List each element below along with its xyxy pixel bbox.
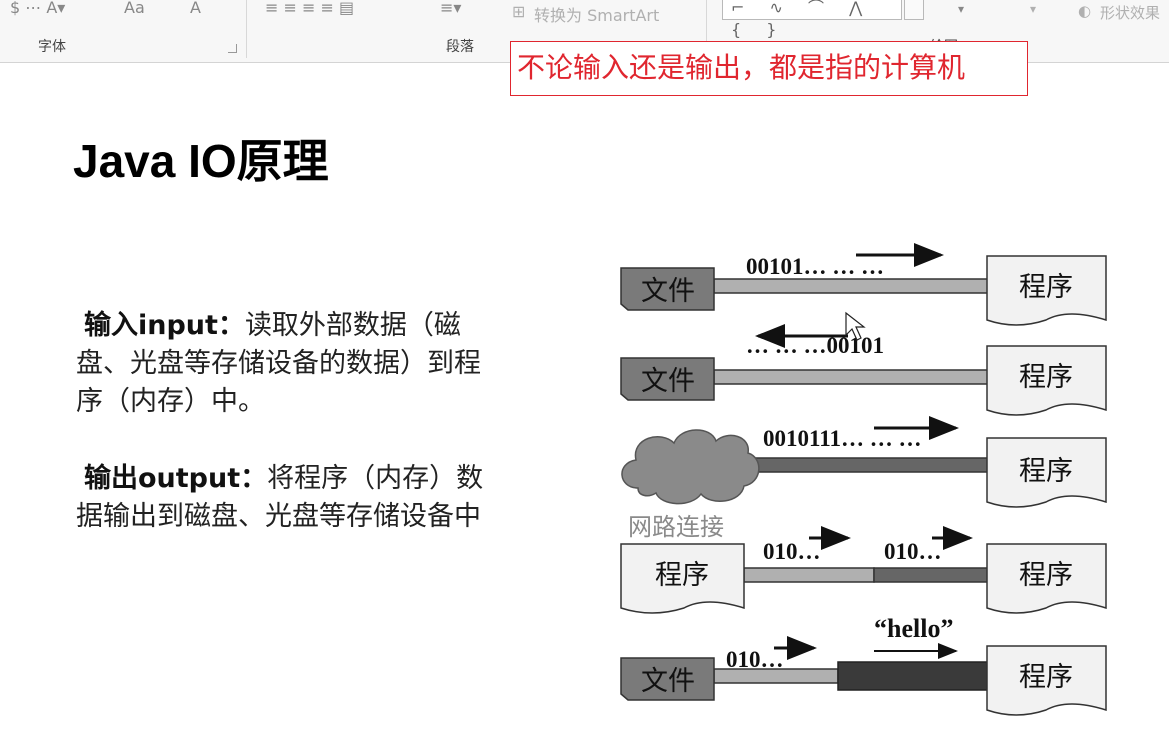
- list-icon[interactable]: ≡▾: [440, 0, 461, 17]
- output-paragraph: 输出output：将程序（内存）数据输出到磁盘、光盘等存储设备中: [76, 460, 506, 536]
- gallery-scroll-button[interactable]: [904, 0, 924, 20]
- group-label-font: 字体: [38, 39, 66, 55]
- program-label: 程序: [1019, 662, 1073, 692]
- group-label-paragraph: 段落: [446, 39, 474, 55]
- data-pipe-wide: [837, 661, 989, 691]
- smartart-icon[interactable]: ⊞: [512, 2, 525, 21]
- network-cloud-icon: [621, 429, 760, 505]
- diagram-row-program-to-program: 程序 程序 010… 010…: [620, 526, 1107, 614]
- data-pipe: [713, 278, 989, 294]
- input-term: 输入input：: [84, 310, 245, 341]
- bits-label: 0010111… … …: [763, 426, 921, 451]
- hello-label: “hello”: [874, 614, 953, 643]
- bits-label: 010…: [763, 539, 821, 564]
- font-color-button[interactable]: A: [190, 0, 201, 17]
- data-pipe-right: [873, 567, 989, 583]
- slide-title: Java IO原理: [73, 135, 329, 187]
- bits-label: 010…: [726, 647, 784, 672]
- data-pipe-left: [743, 567, 875, 583]
- file-label: 文件: [641, 276, 695, 306]
- program-label: 程序: [1019, 456, 1073, 486]
- ribbon-separator: [246, 0, 247, 58]
- io-diagram: 文件 程序 00101… … … 文件 程序 … … …00101 程序 001…: [620, 243, 1107, 716]
- bits-label: 00101… … …: [746, 254, 884, 279]
- data-pipe: [735, 457, 989, 473]
- font-dialog-launcher-icon[interactable]: [228, 44, 237, 53]
- program-label: 程序: [655, 560, 709, 590]
- network-label: 网路连接: [628, 514, 724, 541]
- quick-styles-dropdown-icon[interactable]: ▾: [1030, 2, 1036, 16]
- convert-smartart-button[interactable]: 转换为 SmartArt: [534, 2, 659, 26]
- diagram-row-network-to-program: 程序 0010111… … … 网路连接: [621, 416, 1107, 541]
- file-label: 文件: [641, 366, 695, 396]
- input-paragraph: 输入input：读取外部数据（磁盘、光盘等存储设备的数据）到程序（内存）中。: [76, 307, 506, 421]
- shape-effects-button[interactable]: 形状效果: [1100, 2, 1160, 23]
- file-label: 文件: [641, 666, 695, 696]
- program-label: 程序: [1019, 560, 1073, 590]
- diagram-row-program-to-file: 文件 程序 … … …00101: [620, 324, 1107, 416]
- arrange-dropdown-icon[interactable]: ▾: [958, 2, 964, 16]
- data-pipe: [713, 369, 989, 385]
- paragraph-align-icons[interactable]: ≡ ≡ ≡ ≡ ▤: [265, 0, 354, 17]
- bits-label: 010…: [884, 539, 942, 564]
- output-term: 输出output：: [84, 463, 268, 494]
- program-label: 程序: [1019, 362, 1073, 392]
- shapes-gallery[interactable]: ⌐ ∿ ⌒ ⋀ { }: [722, 0, 902, 39]
- font-size-button[interactable]: Aa: [124, 0, 145, 17]
- shape-effects-icon[interactable]: ◐: [1078, 2, 1091, 20]
- annotation-callout: 不论输入还是输出，都是指的计算机: [510, 41, 1028, 96]
- font-tools-icon[interactable]: $ ⋯ A▾: [10, 0, 65, 17]
- program-label: 程序: [1019, 272, 1073, 302]
- diagram-row-file-hello-program: 文件 程序 010… “hello”: [620, 614, 1107, 716]
- diagram-row-file-to-program: 文件 程序 00101… … …: [620, 243, 1107, 326]
